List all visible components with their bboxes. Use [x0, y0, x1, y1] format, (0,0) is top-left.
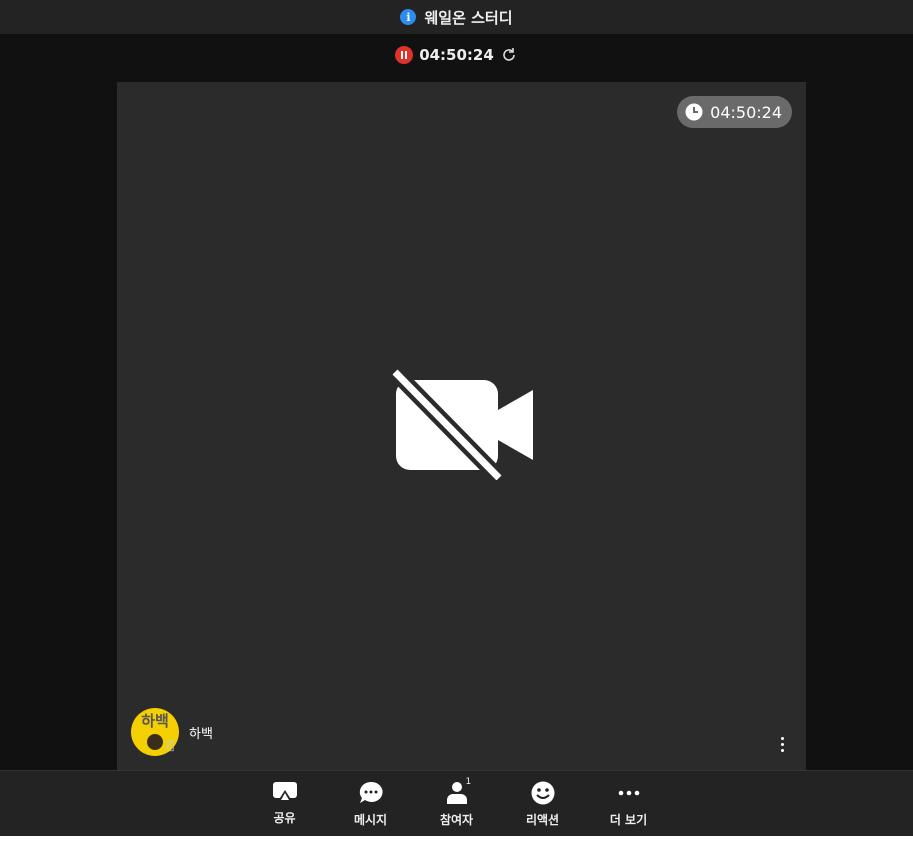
participant-name: 하백 [189, 727, 213, 742]
title-bar: i 웨일온 스터디 [0, 0, 913, 34]
more-options-icon[interactable] [781, 737, 784, 752]
timer-text: 04:50:24 [710, 102, 782, 122]
chat-bubble-icon [359, 781, 383, 803]
more-dots-icon [618, 790, 639, 796]
more-button[interactable]: 더 보기 [586, 771, 672, 836]
reaction-button[interactable]: 리액션 [500, 771, 586, 836]
avatar-image [147, 734, 163, 750]
info-icon[interactable]: i [400, 9, 417, 25]
participants-count: 1 [465, 777, 472, 787]
timer-badge: 04:50:24 [677, 96, 792, 128]
avatar-text: 하백 [141, 712, 169, 730]
share-screen-icon [272, 782, 297, 801]
more-label: 더 보기 [609, 813, 648, 827]
refresh-icon[interactable] [500, 46, 518, 64]
smiley-icon [531, 781, 554, 805]
meeting-stage: 04:50:24 04:50:24 하백 🎙̸ 하백 [0, 34, 913, 770]
camera-off-icon [389, 368, 533, 480]
reaction-label: 리액션 [525, 813, 560, 827]
recording-status: 04:50:24 [0, 46, 913, 64]
clock-icon [685, 103, 703, 121]
participants-label: 참여자 [439, 813, 474, 827]
message-label: 메시지 [353, 813, 388, 827]
video-tile: 04:50:24 하백 🎙̸ 하백 [117, 82, 806, 770]
mic-muted-icon: 🎙̸ [167, 738, 175, 752]
bottom-toolbar: 공유 메시지 1 참여자 리액션 더 보기 [0, 770, 913, 836]
meeting-title: 웨일온 스터디 [424, 8, 513, 27]
share-label: 공유 [273, 811, 296, 825]
message-button[interactable]: 메시지 [328, 771, 414, 836]
recording-time: 04:50:24 [419, 46, 494, 64]
share-button[interactable]: 공유 [242, 771, 328, 836]
recording-pause-icon[interactable] [395, 46, 414, 64]
participants-button[interactable]: 1 참여자 [414, 771, 500, 836]
